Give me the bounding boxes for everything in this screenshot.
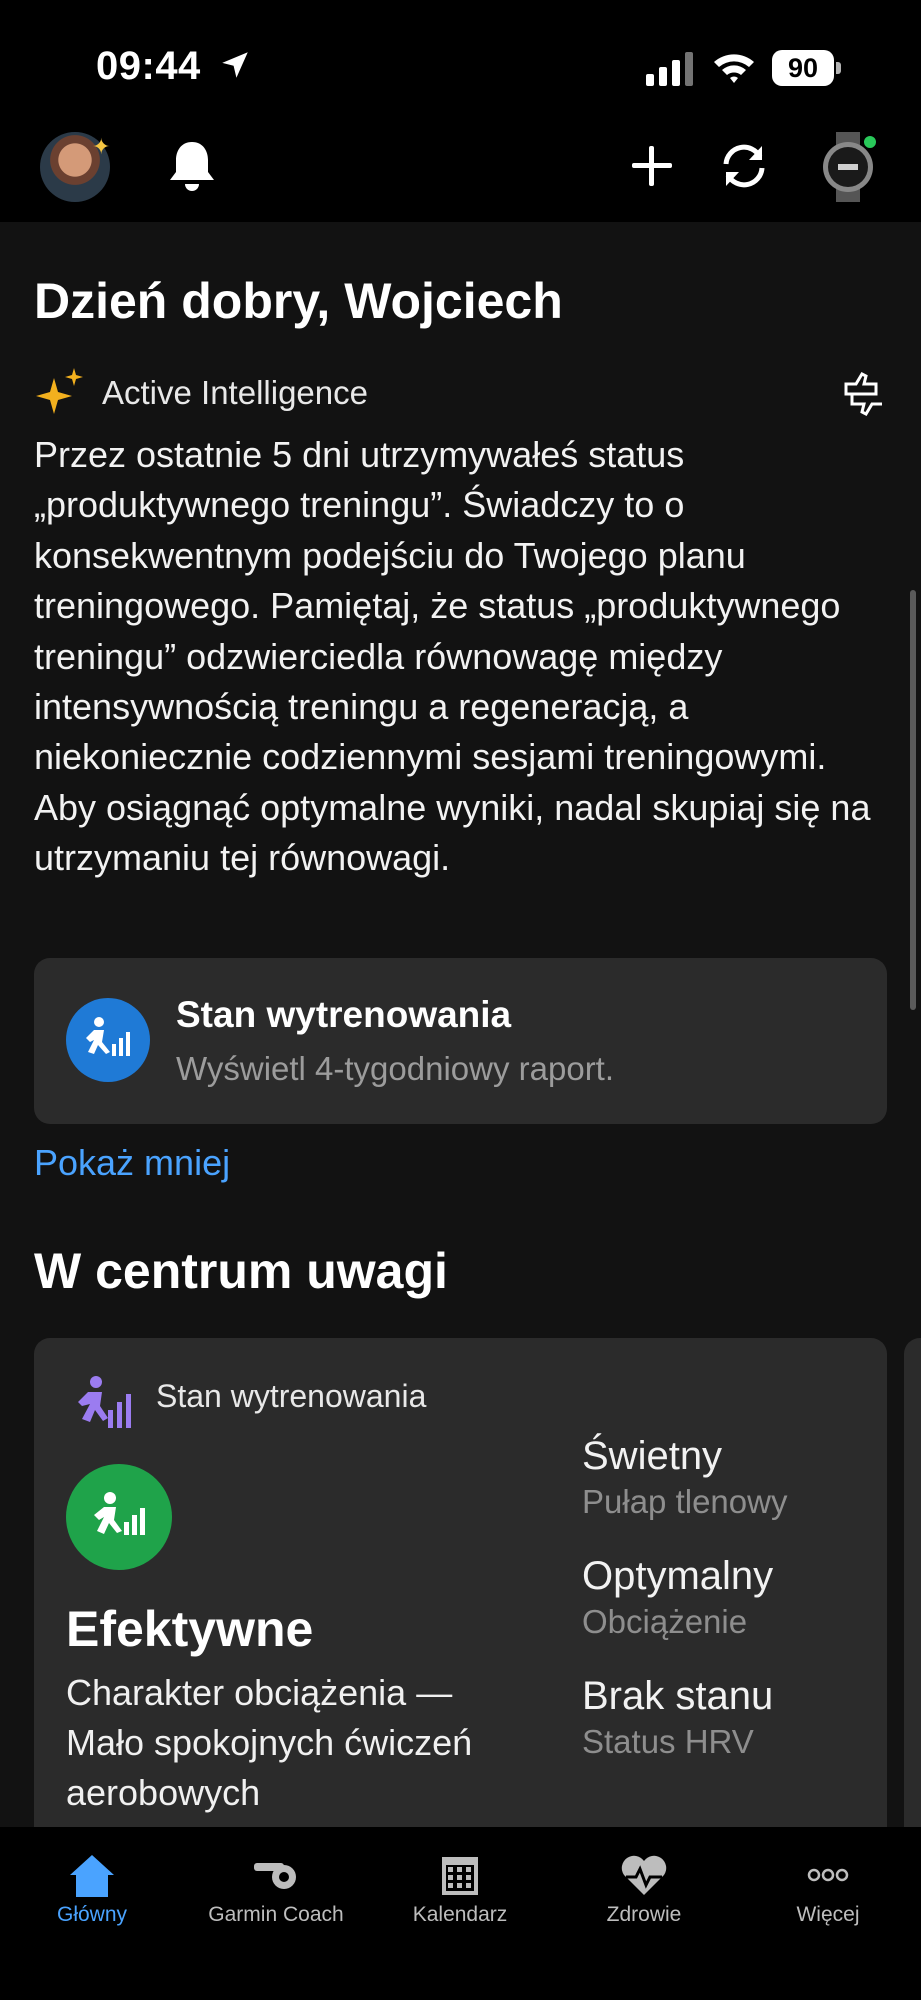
- tab-more[interactable]: Więcej: [736, 1827, 920, 2000]
- heart-icon: [621, 1855, 667, 1895]
- active-intelligence-label: Active Intelligence: [102, 374, 368, 411]
- whistle-icon: [254, 1863, 296, 1889]
- tab-label: Kalendarz: [412, 1903, 508, 1926]
- battery-cap: [836, 62, 841, 74]
- active-intelligence-header: Active Intelligence: [34, 366, 894, 422]
- status-bar: 09:44 90: [0, 0, 921, 120]
- thumbs-feedback-icon[interactable]: [840, 370, 888, 418]
- tab-calendar[interactable]: Kalendarz: [368, 1827, 552, 2000]
- training-status-purple-icon: [78, 1376, 131, 1428]
- bottom-tab-bar: Główny Garmin Coach Kalendarz Zdrowie Wi…: [0, 1827, 921, 2000]
- training-status-value: Efektywne: [66, 1601, 314, 1657]
- training-status-description: Charakter obciążenia — Mało spokojnych ć…: [66, 1672, 473, 1813]
- training-status-widget[interactable]: Stan wytrenowania Efektywne Charakter ob…: [34, 1338, 887, 1827]
- spotlight-section-title: W centrum uwagi: [34, 1243, 448, 1299]
- sparkle-icon: [36, 368, 83, 414]
- metric-hrv: Brak stanu Status HRV: [582, 1674, 773, 1761]
- calendar-icon: [442, 1857, 478, 1895]
- battery-indicator: 90: [772, 50, 842, 86]
- training-status-badge-icon: [66, 1464, 172, 1570]
- plus-icon[interactable]: [628, 142, 676, 190]
- sync-icon[interactable]: [716, 140, 772, 192]
- report-card-subtitle: Wyświetl 4-tygodniowy raport.: [176, 1050, 615, 1087]
- metric-value: Świetny: [582, 1434, 723, 1478]
- app-header: ✦: [0, 120, 921, 222]
- greeting-title: Dzień dobry, Wojciech: [34, 273, 563, 329]
- metric-value: Optymalny: [582, 1554, 774, 1598]
- cellular-signal-icon: [646, 52, 693, 86]
- tab-garmin-coach[interactable]: Garmin Coach: [184, 1827, 368, 2000]
- metric-label: Pułap tlenowy: [582, 1483, 788, 1520]
- tab-health[interactable]: Zdrowie: [552, 1827, 736, 2000]
- bell-icon[interactable]: [166, 138, 218, 194]
- active-intelligence-text: Przez ostatnie 5 dni utrzymywałeś status…: [34, 434, 871, 879]
- wifi-icon: [714, 54, 754, 83]
- metric-value: Brak stanu: [582, 1674, 774, 1718]
- more-icon: [807, 1868, 849, 1882]
- scrollbar[interactable]: [910, 590, 916, 1010]
- metric-label: Obciążenie: [582, 1603, 748, 1640]
- home-icon: [70, 1855, 114, 1897]
- training-status-icon: [66, 998, 150, 1082]
- location-arrow-icon: [222, 52, 248, 78]
- tab-label: Więcej: [796, 1903, 860, 1926]
- metric-label: Status HRV: [582, 1723, 754, 1760]
- sparkle-badge-icon: ✦: [92, 134, 111, 159]
- status-time: 09:44: [96, 44, 201, 88]
- home-feed[interactable]: Dzień dobry, Wojciech Active Intelligenc…: [0, 222, 921, 1827]
- battery-level: 90: [772, 50, 834, 86]
- tab-home[interactable]: Główny: [0, 1827, 184, 2000]
- tab-label: Główny: [56, 1903, 128, 1926]
- next-widget-peek[interactable]: [904, 1338, 921, 1827]
- training-status-report-card[interactable]: Stan wytrenowania Wyświetl 4-tygodniowy …: [34, 958, 887, 1124]
- tab-label: Zdrowie: [606, 1903, 682, 1926]
- metric-vo2max: Świetny Pułap tlenowy: [582, 1434, 787, 1521]
- tab-label: Garmin Coach: [208, 1903, 344, 1926]
- show-less-link[interactable]: Pokaż mniej: [34, 1142, 230, 1184]
- report-card-title: Stan wytrenowania: [176, 994, 512, 1035]
- metric-load: Optymalny Obciążenie: [582, 1554, 773, 1641]
- widget-label: Stan wytrenowania: [156, 1378, 427, 1414]
- watch-connected-dot: [862, 134, 878, 150]
